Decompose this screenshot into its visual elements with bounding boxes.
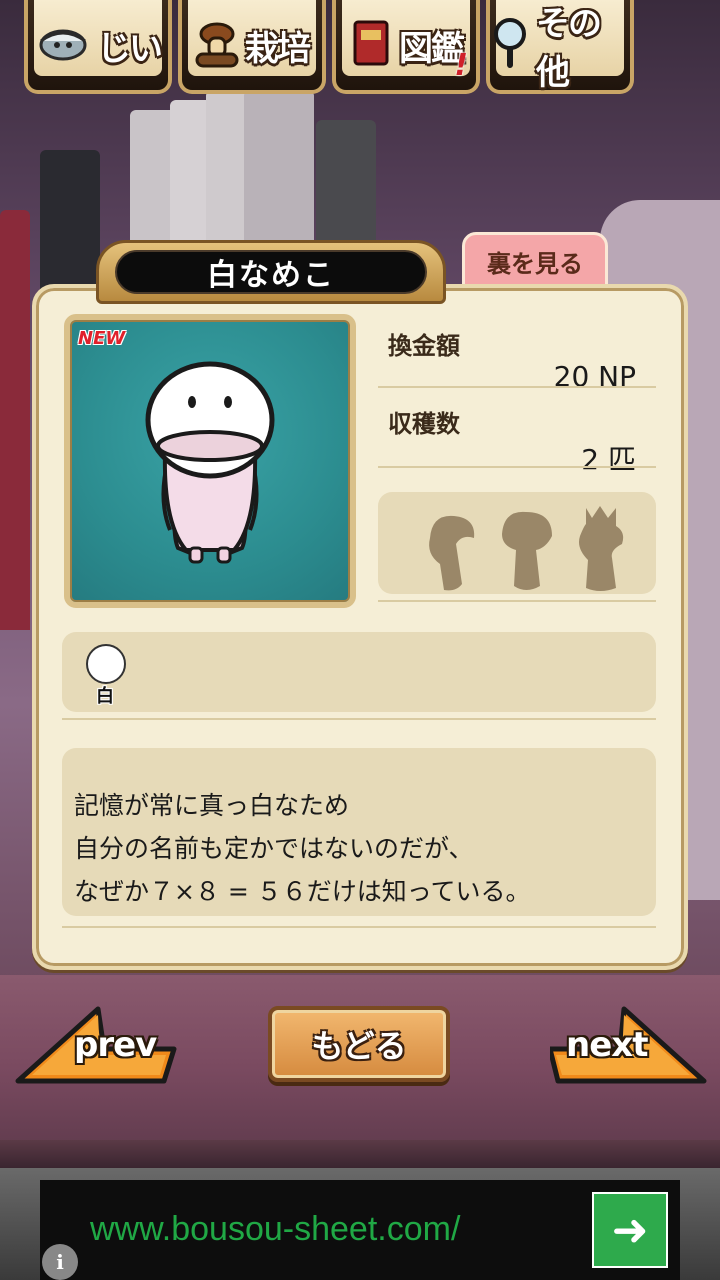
- variant-silhouettes: [378, 492, 656, 594]
- harvest-value: 2 匹: [581, 443, 636, 476]
- next-button[interactable]: next: [550, 1005, 720, 1091]
- mushroom-name: 白なめこ: [115, 250, 427, 294]
- elder-icon: [35, 19, 91, 71]
- tab-cultivate[interactable]: 栽培: [178, 0, 326, 94]
- tab-other[interactable]: その他: [486, 0, 634, 94]
- harvest-label: 収穫数: [388, 410, 460, 438]
- book-icon: [349, 18, 393, 72]
- background-table-edge: [0, 1140, 720, 1168]
- price-row: 換金額 20 NP: [378, 326, 656, 393]
- ad-url-link[interactable]: www.bousou-sheet.com/: [90, 1210, 460, 1249]
- flip-card-label: 裏を見る: [487, 249, 583, 278]
- divider: [62, 718, 656, 720]
- alert-mark: !: [454, 48, 468, 83]
- ad-info-icon[interactable]: i: [42, 1244, 78, 1280]
- mushroom-log-icon: [195, 18, 239, 72]
- location-map: 白: [62, 632, 656, 712]
- tab-cultivate-label: 栽培: [245, 28, 311, 69]
- prev-button[interactable]: prev: [14, 1005, 204, 1091]
- description-line: 記憶が常に真っ白なため: [74, 791, 350, 820]
- flip-card-tab[interactable]: 裏を見る: [462, 232, 608, 290]
- back-button[interactable]: もどる: [268, 1006, 450, 1082]
- locked-variant-silhouette-icon: [502, 511, 552, 590]
- description-box: 記憶が常に真っ白なため 自分の名前も定かではないのだが、 なぜか７×８ = ５６…: [62, 748, 656, 916]
- ad-go-button[interactable]: ➜: [592, 1192, 668, 1268]
- tab-encyclopedia[interactable]: 図鑑 !: [332, 0, 480, 94]
- description-line: 自分の名前も定かではないのだが、: [74, 834, 474, 863]
- divider: [378, 386, 656, 388]
- price-label: 換金額: [388, 332, 460, 360]
- tab-other-label: その他: [536, 4, 602, 93]
- prev-label: prev: [74, 1025, 157, 1065]
- tab-elder-label: じい: [97, 28, 163, 69]
- title-plate: 白なめこ: [96, 240, 446, 304]
- top-nav: じい 栽培 図鑑 ! その他: [24, 0, 634, 94]
- magnifier-icon: [490, 16, 530, 74]
- divider: [378, 600, 656, 602]
- divider: [378, 466, 656, 468]
- description-line: なぜか７×８ = ５６だけは知っている。: [74, 877, 531, 906]
- harvest-row: 収穫数 2 匹: [378, 404, 656, 476]
- location-marker[interactable]: [86, 644, 126, 684]
- location-label: 白: [96, 686, 114, 707]
- tab-elder[interactable]: じい: [24, 0, 172, 94]
- back-label: もどる: [311, 1027, 407, 1065]
- divider: [62, 926, 656, 928]
- locked-variant-silhouette-icon: [429, 515, 475, 591]
- white-nameko-illustration: [145, 361, 275, 564]
- locked-variant-silhouette-icon: [579, 506, 624, 591]
- price-value: 20 NP: [553, 360, 636, 393]
- mushroom-portrait: NEW: [64, 314, 356, 608]
- next-label: next: [566, 1025, 648, 1065]
- arrow-right-icon: ➜: [611, 1204, 649, 1256]
